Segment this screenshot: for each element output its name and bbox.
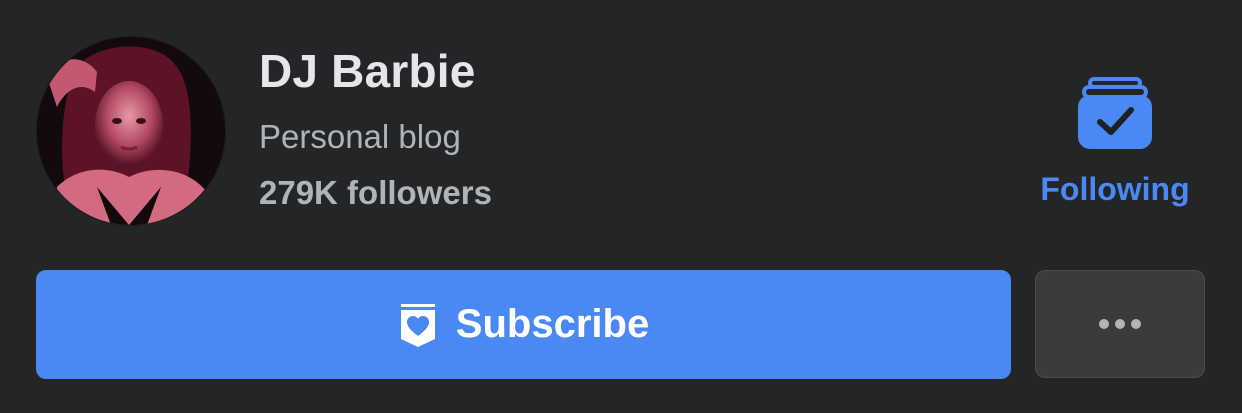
avatar[interactable] [37,37,225,225]
more-options-button[interactable] [1035,270,1205,378]
following-button[interactable]: Following [1020,75,1210,210]
profile-photo [37,37,225,225]
subscribe-button-content: Subscribe [36,270,1011,379]
page-category: Personal blog [259,118,461,155]
page-title[interactable]: DJ Barbie [259,44,476,98]
subscribe-label: Subscribe [455,302,650,346]
profile-card: DJ Barbie Personal blog 279K followers F… [0,0,1242,413]
heart-badge-icon [400,303,435,347]
following-label: Following [1040,171,1190,207]
following-check-icon [1078,77,1152,149]
follower-count[interactable]: 279K followers [259,174,492,212]
more-dots-icon [1099,319,1141,329]
subscribe-button[interactable]: Subscribe [36,270,1011,379]
